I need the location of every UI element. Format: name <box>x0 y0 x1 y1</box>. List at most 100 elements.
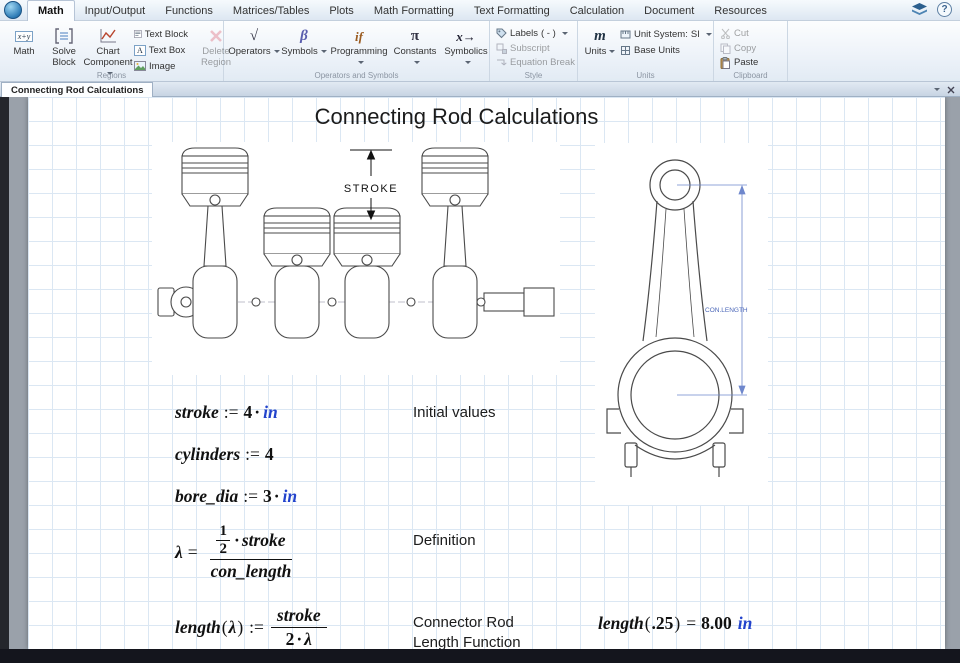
chart-component-label-text: Chart Component <box>83 46 133 68</box>
math-region-cylinders-definition[interactable]: cylinders := 4 <box>175 444 274 465</box>
bottom-scrollbar[interactable] <box>0 649 960 663</box>
copy-icon <box>720 43 731 54</box>
solve-block-button[interactable]: Solve Block <box>44 24 84 70</box>
connecting-rod-drawing[interactable]: CON.LENGTH <box>595 143 768 505</box>
multiply-dot: · <box>273 486 280 506</box>
equation-break-icon <box>497 59 507 66</box>
crankshaft-drawing-svg: STROKE <box>157 147 555 339</box>
symbols-label: Symbols <box>281 46 327 58</box>
tab-text-formatting[interactable]: Text Formatting <box>464 0 560 21</box>
equals-operator: = <box>686 613 697 633</box>
help-icon[interactable]: ? <box>937 2 952 17</box>
math-button-label: Math <box>13 46 35 57</box>
group-label-clipboard: Clipboard <box>733 71 768 80</box>
programming-label-text: Programming <box>330 46 388 57</box>
labels-button[interactable]: Labels ( - ) <box>494 27 577 40</box>
symbolics-button[interactable]: x→ Symbolics <box>440 24 492 70</box>
math-icon: x+y <box>14 30 34 42</box>
programming-button[interactable]: if Programming <box>328 24 390 70</box>
document-tab[interactable]: Connecting Rod Calculations <box>1 82 154 97</box>
units-label-text: Units <box>584 46 607 57</box>
tab-document[interactable]: Document <box>634 0 704 21</box>
document-tab-controls <box>931 82 955 97</box>
text-region-length-function[interactable]: Connector Rod Length Function <box>413 613 521 649</box>
tab-list-dropdown-icon[interactable] <box>934 88 940 91</box>
text-region-definition[interactable]: Definition <box>413 531 476 551</box>
layers-icon[interactable] <box>911 2 928 17</box>
right-paren: ) <box>674 613 681 633</box>
math-variable: stroke <box>241 530 286 550</box>
subscript-button[interactable]: Subscript <box>494 42 577 55</box>
assignment-operator: := <box>249 617 264 637</box>
unit-system-label: Unit System: <box>634 28 688 40</box>
symbolics-label-text: Symbolics <box>444 46 488 57</box>
worksheet-title[interactable]: Connecting Rod Calculations <box>28 104 885 130</box>
chevron-down-icon <box>464 60 471 64</box>
group-label-regions: Regions <box>96 71 127 80</box>
tab-math[interactable]: Math <box>27 0 75 21</box>
chevron-down-icon <box>273 49 280 53</box>
group-label-operators-symbols: Operators and Symbols <box>314 71 399 80</box>
cut-button[interactable]: Cut <box>718 27 760 40</box>
equation-break-button[interactable]: Equation Break <box>494 56 577 69</box>
cut-label: Cut <box>734 27 749 39</box>
symbolics-label: Symbolics <box>440 46 492 69</box>
ribbon-tab-strip: Math Input/Output Functions Matrices/Tab… <box>27 0 777 21</box>
application-menu-button[interactable] <box>4 1 22 19</box>
left-paren: ( <box>644 613 651 633</box>
tab-resources[interactable]: Resources <box>704 0 777 21</box>
chevron-down-icon <box>609 49 616 53</box>
cut-icon <box>721 28 730 39</box>
chevron-down-icon <box>561 31 568 35</box>
base-units-button[interactable]: Base Units <box>618 43 714 57</box>
math-unit: in <box>263 402 278 422</box>
tab-functions[interactable]: Functions <box>155 0 223 21</box>
subscript-label: Subscript <box>510 42 550 54</box>
units-button[interactable]: m Units <box>582 24 618 70</box>
text-box-icon: A <box>134 44 146 56</box>
tab-input-output[interactable]: Input/Output <box>75 0 156 21</box>
constants-label-text: Constants <box>393 46 437 57</box>
document-tab-bar: Connecting Rod Calculations <box>0 82 960 97</box>
copy-label: Copy <box>734 42 757 54</box>
copy-button[interactable]: Copy <box>718 42 760 55</box>
tab-calculation[interactable]: Calculation <box>560 0 634 21</box>
math-argument: .25 <box>651 613 674 633</box>
operators-icon: √ <box>249 27 259 44</box>
text-box-button[interactable]: A Text Box <box>132 43 190 57</box>
tab-matrices-tables[interactable]: Matrices/Tables <box>223 0 319 21</box>
math-variable: stroke <box>175 402 219 422</box>
tab-math-formatting[interactable]: Math Formatting <box>364 0 464 21</box>
worksheet-page[interactable]: Connecting Rod Calculations STROKE CON.L… <box>28 97 945 649</box>
paste-button[interactable]: Paste <box>718 56 760 69</box>
math-region-lambda-definition[interactable]: λ = 1 2 · stroke con_length <box>175 523 299 582</box>
titlebar-right-icons: ? <box>911 2 952 17</box>
assignment-operator: := <box>223 402 239 422</box>
operators-button[interactable]: √ Operators <box>228 24 280 70</box>
math-region-stroke-definition[interactable]: stroke := 4 · in <box>175 402 278 423</box>
symbols-button[interactable]: β Symbols <box>280 24 328 70</box>
ribbon-group-clipboard: Cut Copy Paste Clipboard <box>714 21 788 81</box>
math-argument: λ <box>228 617 237 637</box>
multiply-dot: · <box>254 402 261 422</box>
math-region-bore-dia-definition[interactable]: bore_dia := 3 · in <box>175 486 297 507</box>
tab-plots[interactable]: Plots <box>319 0 363 21</box>
units-icon: m <box>594 27 606 44</box>
constants-label: Constants <box>390 46 440 69</box>
programming-icon: if <box>355 28 363 44</box>
worksheet-canvas[interactable]: Connecting Rod Calculations STROKE CON.L… <box>0 97 960 649</box>
equals-operator: = <box>187 542 198 562</box>
math-region-length-function-definition[interactable]: length ( λ ) := stroke 2 · λ <box>175 605 329 649</box>
symbolics-icon: x→ <box>456 28 476 44</box>
text-block-button[interactable]: Text Block <box>132 27 190 41</box>
symbols-icon: β <box>300 27 308 44</box>
paste-label: Paste <box>734 57 759 69</box>
close-tab-icon[interactable] <box>947 86 955 94</box>
constants-button[interactable]: π Constants <box>390 24 440 70</box>
math-region-length-evaluation[interactable]: length ( .25 ) = 8.00 in <box>598 613 752 634</box>
text-region-initial-values[interactable]: Initial values <box>413 403 496 423</box>
crankshaft-drawing[interactable]: STROKE <box>152 142 560 375</box>
unit-system-button[interactable]: Unit System: SI <box>618 27 714 41</box>
math-value: 1 <box>216 523 230 541</box>
math-region-button[interactable]: x+y Math <box>4 24 44 70</box>
